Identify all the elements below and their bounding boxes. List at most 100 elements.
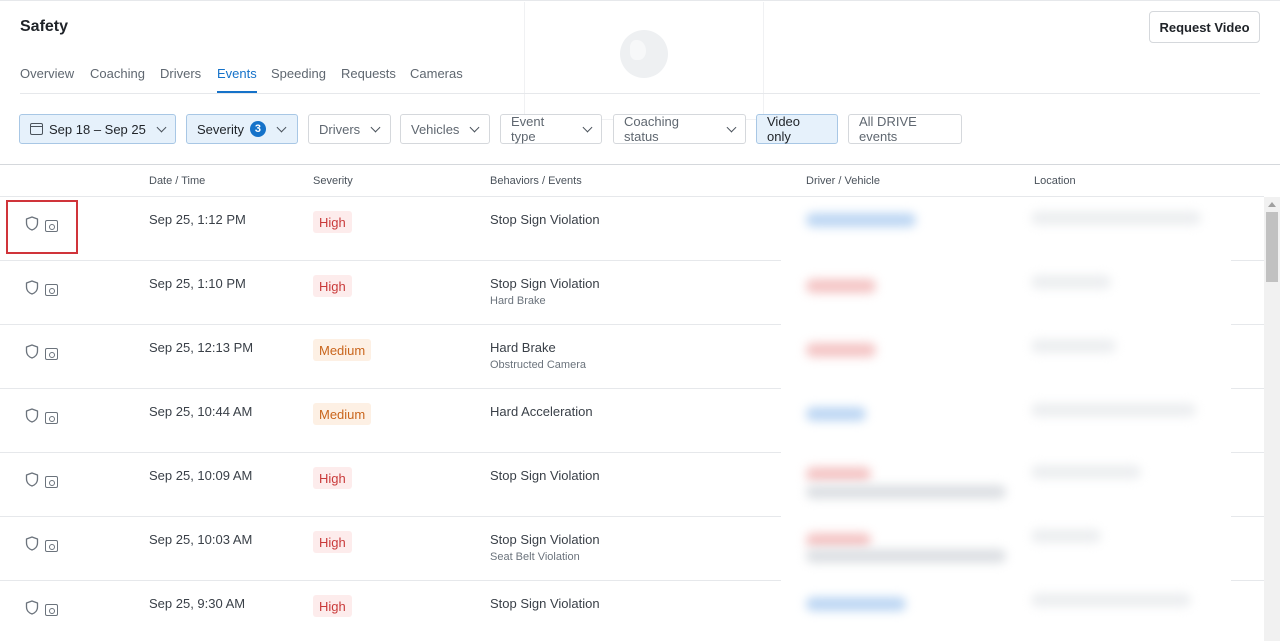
redacted-location — [1031, 211, 1201, 225]
camera-icon[interactable] — [45, 604, 58, 616]
tab-drivers[interactable]: Drivers — [160, 66, 201, 81]
redacted-location — [1031, 593, 1191, 607]
camera-icon[interactable] — [45, 540, 58, 552]
redacted-driver — [806, 533, 871, 547]
redacted-location — [1031, 403, 1196, 417]
severity-badge: High — [313, 211, 352, 233]
event-secondary-behavior: Obstructed Camera — [490, 359, 586, 371]
event-datetime: Sep 25, 10:03 AM — [149, 532, 253, 547]
severity-badge: High — [313, 531, 352, 553]
severity-badge: Medium — [313, 339, 372, 361]
row-status-icons — [25, 536, 58, 556]
camera-icon[interactable] — [45, 412, 58, 424]
event-behavior: Stop Sign Violation — [490, 596, 600, 611]
chevron-down-icon — [469, 122, 480, 132]
event-type-filter[interactable]: Event type — [500, 114, 602, 144]
tab-cameras[interactable]: Cameras — [410, 66, 463, 81]
redacted-location — [1031, 529, 1101, 543]
shield-icon[interactable] — [25, 408, 39, 428]
camera-icon[interactable] — [45, 284, 58, 296]
tab-requests[interactable]: Requests — [341, 66, 396, 81]
event-datetime: Sep 25, 12:13 PM — [149, 340, 254, 355]
chevron-down-icon — [276, 122, 287, 132]
redacted-driver — [806, 213, 916, 227]
redacted-driver — [806, 407, 866, 421]
redacted-vehicle — [806, 549, 1006, 563]
row-status-icons — [25, 280, 58, 300]
tab-coaching[interactable]: Coaching — [90, 66, 145, 81]
tab-overview[interactable]: Overview — [20, 66, 74, 81]
shield-icon[interactable] — [25, 536, 39, 556]
shield-icon[interactable] — [25, 600, 39, 620]
row-status-icons — [25, 344, 58, 364]
all-drive-events-label: All DRIVE events — [859, 114, 917, 144]
event-behavior: Stop Sign Violation — [490, 276, 600, 291]
date-range-filter[interactable]: Sep 18 – Sep 25 — [19, 114, 176, 144]
chevron-down-icon — [156, 122, 167, 132]
column-header-severity[interactable]: Severity — [313, 175, 353, 187]
event-datetime: Sep 25, 10:44 AM — [149, 404, 253, 419]
calendar-icon — [30, 123, 43, 135]
vehicles-filter[interactable]: Vehicles — [400, 114, 490, 144]
severity-count-badge: 3 — [249, 121, 266, 137]
redacted-location — [1031, 275, 1111, 289]
all-drive-events-toggle[interactable]: All DRIVE events — [848, 114, 962, 144]
top-divider — [0, 0, 1280, 1]
column-header-location[interactable]: Location — [1034, 175, 1076, 187]
event-secondary-behavior: Seat Belt Violation — [490, 551, 580, 563]
video-only-label: Video only — [767, 114, 801, 144]
highlight-box — [6, 200, 78, 254]
drivers-filter-label: Drivers — [319, 121, 361, 137]
date-range-label: Sep 18 – Sep 25 — [49, 121, 146, 137]
severity-filter[interactable]: Severity 3 — [186, 114, 298, 144]
severity-badge: High — [313, 595, 352, 617]
page-title: Safety — [20, 18, 69, 35]
tab-events[interactable]: Events — [217, 66, 257, 93]
shield-icon[interactable] — [25, 344, 39, 364]
event-secondary-behavior: Hard Brake — [490, 295, 546, 307]
redacted-driver — [806, 597, 906, 611]
event-behavior: Hard Acceleration — [490, 404, 593, 419]
event-datetime: Sep 25, 1:10 PM — [149, 276, 246, 291]
camera-icon[interactable] — [45, 476, 58, 488]
severity-badge: Medium — [313, 403, 372, 425]
request-video-button[interactable]: Request Video — [1149, 11, 1260, 43]
table-top-divider — [0, 164, 1280, 165]
column-header-driver-vehicle[interactable]: Driver / Vehicle — [806, 175, 880, 187]
tab-speeding[interactable]: Speeding — [271, 66, 326, 81]
scrollbar-thumb[interactable] — [1266, 212, 1278, 282]
video-only-toggle[interactable]: Video only — [756, 114, 838, 144]
chevron-down-icon — [370, 122, 381, 132]
event-type-filter-label: Event type — [511, 114, 545, 144]
event-behavior: Stop Sign Violation — [490, 468, 600, 483]
coaching-status-filter-label: Coaching status — [624, 114, 679, 144]
event-behavior: Hard Brake — [490, 340, 556, 355]
redacted-driver — [806, 343, 876, 357]
chevron-down-icon — [582, 122, 593, 132]
row-status-icons — [25, 600, 58, 620]
redacted-driver — [806, 467, 871, 481]
redacted-driver — [806, 279, 876, 293]
event-behavior: Stop Sign Violation — [490, 212, 600, 227]
event-behavior: Stop Sign Violation — [490, 532, 600, 547]
vehicles-filter-label: Vehicles — [411, 121, 460, 137]
severity-badge: High — [313, 275, 352, 297]
column-header-behaviors[interactable]: Behaviors / Events — [490, 175, 582, 187]
redacted-location — [1031, 465, 1141, 479]
column-header-date-time[interactable]: Date / Time — [149, 175, 205, 187]
coaching-status-filter[interactable]: Coaching status — [613, 114, 746, 144]
severity-filter-label: Severity — [197, 121, 244, 137]
event-datetime: Sep 25, 9:30 AM — [149, 596, 246, 611]
event-datetime: Sep 25, 1:12 PM — [149, 212, 246, 227]
redacted-location — [1031, 339, 1116, 353]
row-status-icons — [25, 408, 58, 428]
severity-badge: High — [313, 467, 352, 489]
camera-icon[interactable] — [45, 348, 58, 360]
event-datetime: Sep 25, 10:09 AM — [149, 468, 253, 483]
shield-icon[interactable] — [25, 472, 39, 492]
row-status-icons — [25, 472, 58, 492]
drivers-filter[interactable]: Drivers — [308, 114, 391, 144]
shield-icon[interactable] — [25, 280, 39, 300]
tab-bar: Overview Coaching Drivers Events Speedin… — [20, 64, 1260, 94]
scroll-up-arrow-icon[interactable] — [1268, 202, 1276, 207]
